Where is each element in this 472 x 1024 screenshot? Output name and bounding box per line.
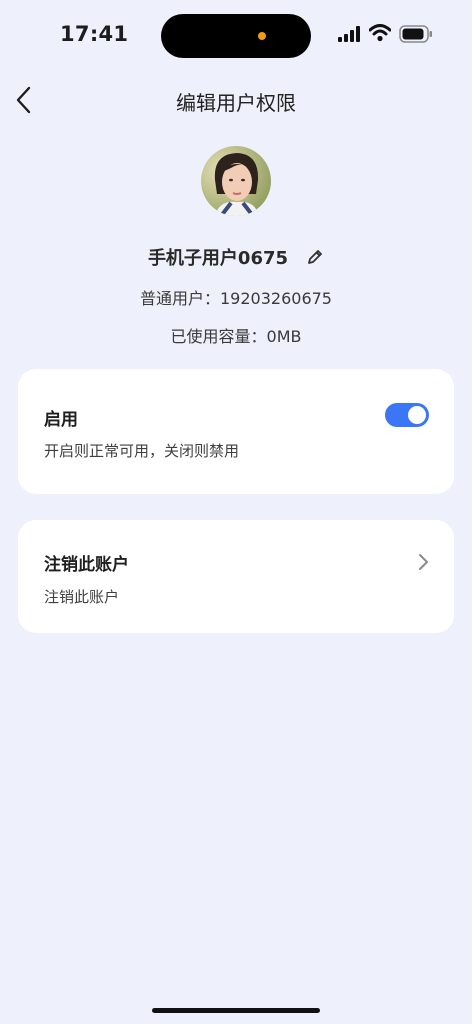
storage-used: 已使用容量：0MB [170, 327, 302, 346]
deregister-account-card[interactable]: 注销此账户 注销此账户 [18, 520, 454, 633]
dynamic-island [161, 14, 311, 58]
deregister-description: 注销此账户 [44, 588, 120, 606]
enable-description: 开启则正常可用，关闭则禁用 [44, 442, 240, 460]
camera-indicator-dot [258, 32, 266, 40]
navigation-bar: 编辑用户权限 [0, 76, 472, 124]
toggle-knob [408, 406, 426, 424]
enable-toggle[interactable] [385, 403, 429, 427]
status-time: 17:41 [60, 22, 129, 46]
pencil-icon[interactable] [306, 248, 324, 266]
page-title: 编辑用户权限 [176, 91, 296, 115]
status-bar: 17:41 [0, 0, 472, 70]
battery-icon [399, 25, 432, 43]
profile-name-row: 手机子用户0675 [0, 243, 472, 271]
chevron-right-icon [419, 554, 428, 570]
user-type-phone: 普通用户：19203260675 [140, 289, 332, 308]
edit-user-permissions-screen: 17:41 编辑用户权限 手机子用户0675 普通用户：19203260675 … [0, 0, 472, 1024]
profile-name: 手机子用户0675 [147, 248, 289, 269]
enable-title: 启用 [44, 410, 78, 430]
avatar [201, 146, 271, 216]
deregister-title: 注销此账户 [44, 555, 129, 575]
signal-icon [338, 26, 360, 42]
home-indicator [152, 1008, 320, 1013]
enable-card: 启用 开启则正常可用，关闭则禁用 [18, 369, 454, 494]
wifi-icon [369, 24, 391, 42]
